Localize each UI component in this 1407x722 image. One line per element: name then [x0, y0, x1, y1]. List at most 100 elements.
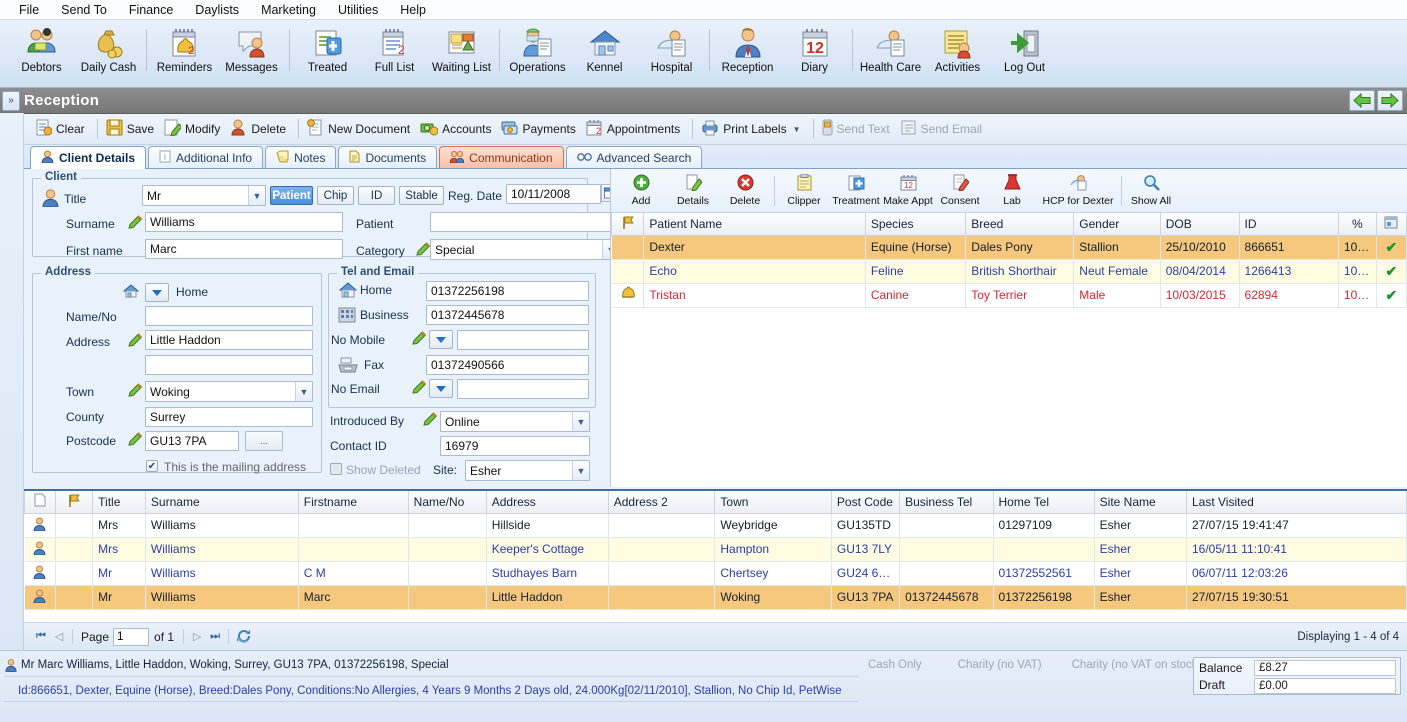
green-right-arrow-icon[interactable]: [1377, 90, 1403, 111]
seg-button-chip[interactable]: Chip: [317, 186, 354, 205]
delete-button[interactable]: Delete: [227, 117, 293, 141]
menu-item-daylists[interactable]: Daylists: [184, 1, 250, 19]
show-deleted-checkbox[interactable]: [330, 463, 342, 475]
patient-add-button[interactable]: Add: [615, 172, 667, 207]
reg-date-input[interactable]: [506, 184, 601, 204]
seg-button-stable[interactable]: Stable: [399, 186, 444, 205]
toolbar-button-waiting-list[interactable]: Waiting List: [428, 23, 495, 74]
patient-input[interactable]: [430, 212, 620, 232]
tab-additional-info[interactable]: i Additional Info: [148, 146, 263, 168]
toolbar-button-full-list[interactable]: 2 Full List: [361, 23, 428, 74]
col-address[interactable]: Address: [486, 491, 608, 513]
category-combo[interactable]: Special ▼: [430, 239, 620, 260]
patient-make-appt-button[interactable]: 12 Make Appt: [882, 172, 934, 207]
col-town[interactable]: Town: [715, 491, 832, 513]
toolbar-button-reception[interactable]: Reception: [714, 23, 781, 74]
page-number-input[interactable]: [113, 628, 149, 646]
fax-input[interactable]: [426, 355, 589, 375]
surname-input[interactable]: [145, 212, 343, 232]
patient-consent-button[interactable]: Consent: [934, 172, 986, 207]
patient-hcp-button[interactable]: HCP for Dexter: [1038, 172, 1118, 207]
toolbar-button-reminders[interactable]: 2 Reminders: [151, 23, 218, 74]
menu-item-marketing[interactable]: Marketing: [250, 1, 327, 19]
firstname-input[interactable]: [145, 239, 343, 259]
prev-page-icon[interactable]: ◁: [50, 628, 68, 646]
last-page-icon[interactable]: ⏭: [206, 628, 224, 646]
toolbar-button-kennel[interactable]: Kennel: [571, 23, 638, 74]
col-title[interactable]: Title: [93, 491, 146, 513]
col-id[interactable]: ID: [1239, 213, 1338, 235]
appointments-button[interactable]: 2 Appointments: [583, 117, 687, 141]
next-page-icon[interactable]: ▷: [188, 628, 206, 646]
menu-item-finance[interactable]: Finance: [118, 1, 184, 19]
title-combo[interactable]: Mr ▼: [142, 185, 266, 206]
address-type-dropdown[interactable]: [145, 283, 169, 302]
menu-item-utilities[interactable]: Utilities: [327, 1, 389, 19]
tel-business-input[interactable]: [426, 305, 589, 325]
toolbar-button-health-care[interactable]: Health Care: [857, 23, 924, 74]
seg-button-patient[interactable]: Patient: [270, 186, 313, 205]
col-species[interactable]: Species: [865, 213, 965, 235]
toolbar-button-hospital[interactable]: Hospital: [638, 23, 705, 74]
col-postcode[interactable]: Post Code: [831, 491, 899, 513]
tab-communication[interactable]: Communication: [439, 146, 563, 168]
mobile-type-dropdown[interactable]: [429, 330, 453, 349]
send-text-button[interactable]: Send Text: [819, 117, 897, 141]
address-input[interactable]: [145, 330, 313, 350]
send-email-button[interactable]: Send Email: [897, 117, 989, 141]
contact-id-input[interactable]: [440, 436, 590, 456]
col-firstname[interactable]: Firstname: [298, 491, 408, 513]
save-button[interactable]: Save: [103, 117, 161, 141]
column-chooser-icon[interactable]: [1376, 213, 1406, 235]
table-row[interactable]: Mrs Williams Hillside Weybridge GU135TD …: [25, 513, 1407, 537]
col-address2[interactable]: Address 2: [608, 491, 715, 513]
chevron-down-icon[interactable]: ▼: [572, 461, 589, 480]
email-type-dropdown[interactable]: [429, 379, 453, 398]
col-surname[interactable]: Surname: [145, 491, 298, 513]
col-business-tel[interactable]: Business Tel: [900, 491, 993, 513]
flag-icon[interactable]: [612, 213, 644, 235]
mailing-address-checkbox[interactable]: ✔: [146, 460, 158, 472]
postcode-input[interactable]: [145, 431, 239, 451]
menu-item-send-to[interactable]: Send To: [50, 1, 118, 19]
tab-notes[interactable]: Notes: [265, 146, 336, 168]
modify-button[interactable]: Modify: [161, 117, 227, 141]
tel-home-input[interactable]: [426, 281, 589, 301]
introduced-by-combo[interactable]: Online ▼: [440, 411, 590, 432]
first-page-icon[interactable]: ⏮: [32, 628, 50, 646]
town-combo[interactable]: Woking ▼: [145, 381, 313, 402]
print-labels-button[interactable]: Print Labels ▼: [698, 117, 807, 141]
tab-client-details[interactable]: Client Details: [30, 146, 146, 169]
accounts-button[interactable]: Accounts: [417, 117, 498, 141]
document-icon[interactable]: [25, 491, 56, 513]
menu-item-help[interactable]: Help: [389, 1, 437, 19]
toolbar-button-debtors[interactable]: Debtors: [8, 23, 75, 74]
table-row[interactable]: Mrs Williams Keeper's Cottage Hampton GU…: [25, 537, 1407, 561]
address2-input[interactable]: [145, 355, 313, 375]
menu-item-file[interactable]: File: [8, 1, 50, 19]
site-combo[interactable]: Esher ▼: [465, 460, 590, 481]
payments-button[interactable]: Payments: [498, 117, 582, 141]
col-last-visited[interactable]: Last Visited: [1187, 491, 1407, 513]
col-site-name[interactable]: Site Name: [1094, 491, 1186, 513]
col-breed[interactable]: Breed: [966, 213, 1074, 235]
col-home-tel[interactable]: Home Tel: [993, 491, 1094, 513]
chevron-down-icon[interactable]: ▼: [295, 382, 312, 401]
chevron-down-icon[interactable]: ▼: [248, 186, 265, 205]
mobile-input[interactable]: [457, 330, 589, 350]
toolbar-button-log-out[interactable]: Log Out: [991, 23, 1058, 74]
chevron-down-icon[interactable]: ▼: [793, 125, 801, 134]
county-input[interactable]: [145, 407, 313, 427]
chevron-down-icon[interactable]: ▼: [572, 412, 589, 431]
postcode-lookup-button[interactable]: ...: [245, 431, 283, 451]
table-row[interactable]: Dexter Equine (Horse) Dales Pony Stallio…: [612, 235, 1407, 259]
patient-show-all-button[interactable]: Show All: [1125, 172, 1177, 207]
table-row[interactable]: Tristan Canine Toy Terrier Male 10/03/20…: [612, 283, 1407, 307]
patient-details-button[interactable]: Details: [667, 172, 719, 207]
toolbar-button-activities[interactable]: Activities: [924, 23, 991, 74]
toolbar-button-diary[interactable]: 12 Diary: [781, 23, 848, 74]
flag-icon[interactable]: [55, 491, 92, 513]
table-row[interactable]: Mr Williams C M Studhayes Barn Chertsey …: [25, 561, 1407, 585]
toolbar-button-operations[interactable]: Operations: [504, 23, 571, 74]
table-row[interactable]: Echo Feline British Shorthair Neut Femal…: [612, 259, 1407, 283]
